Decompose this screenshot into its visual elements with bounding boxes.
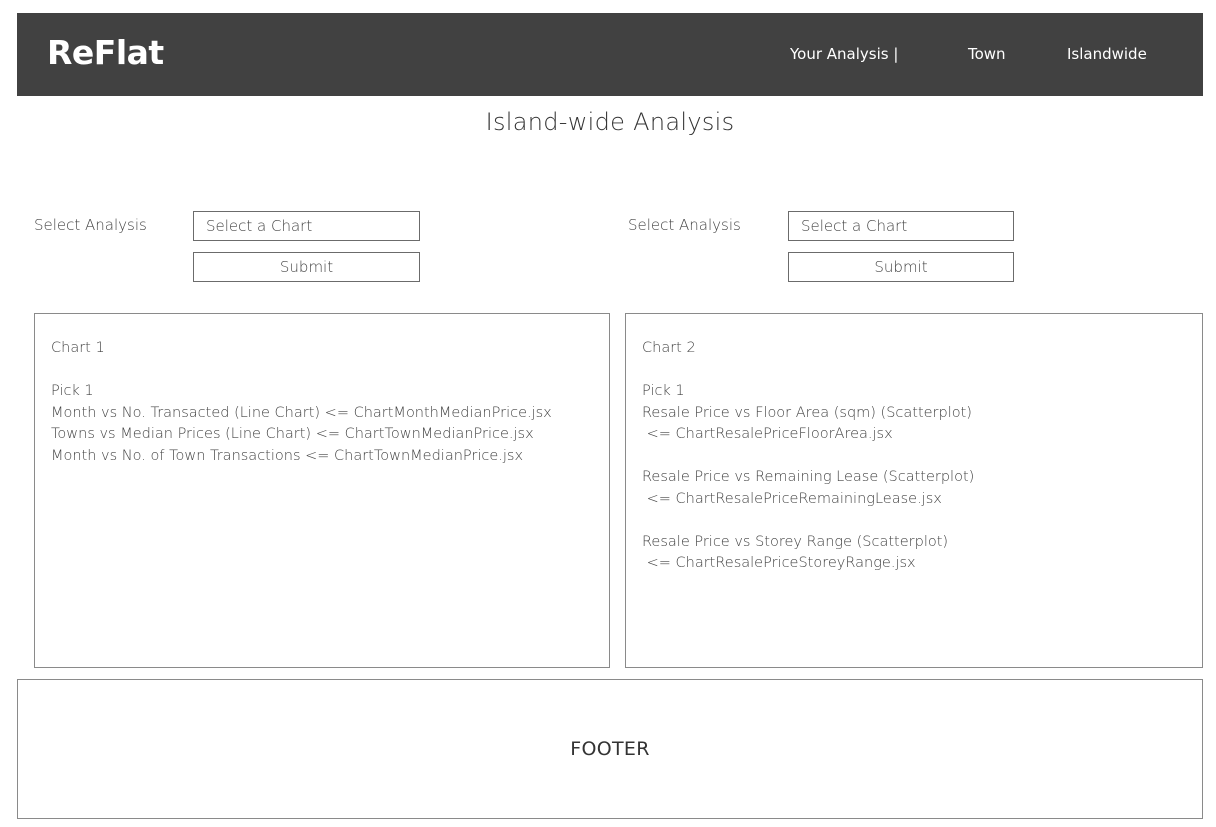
chart-2-option-name: Resale Price vs Remaining Lease (Scatter… bbox=[642, 469, 975, 485]
chart-select-left[interactable]: Select a Chart bbox=[193, 211, 420, 241]
select-analysis-label-right: Select Analysis bbox=[628, 216, 741, 234]
navbar: ReFlat Your Analysis | Town Islandwide bbox=[17, 13, 1203, 96]
chart-1-option: Month vs No. Transacted (Line Chart) <= … bbox=[51, 404, 552, 421]
select-analysis-label-left: Select Analysis bbox=[34, 216, 147, 234]
chart-2-option-name: Resale Price vs Floor Area (sqm) (Scatte… bbox=[642, 404, 972, 421]
chart-2-title: Chart 2 bbox=[642, 340, 696, 356]
footer-text: FOOTER bbox=[570, 738, 650, 760]
chart-1-option: Month vs No. of Town Transactions <= Cha… bbox=[51, 447, 524, 464]
chart-1-panel: Chart 1 Pick 1 Month vs No. Transacted (… bbox=[34, 313, 610, 668]
chart-1-title: Chart 1 bbox=[51, 340, 105, 356]
logo[interactable]: ReFlat bbox=[47, 33, 164, 72]
footer: FOOTER bbox=[17, 679, 1203, 819]
nav-islandwide[interactable]: Islandwide bbox=[1067, 45, 1147, 63]
nav-your-analysis[interactable]: Your Analysis | bbox=[790, 45, 898, 63]
chart-2-option-file: <= ChartResalePriceFloorArea.jsx bbox=[642, 426, 893, 442]
page-title: Island-wide Analysis bbox=[485, 108, 735, 136]
chart-2-panel: Chart 2 Pick 1 Resale Price vs Floor Are… bbox=[625, 313, 1203, 668]
chart-2-option-file: <= ChartResalePriceRemainingLease.jsx bbox=[642, 490, 942, 507]
chart-1-option: Towns vs Median Prices (Line Chart) <= C… bbox=[51, 426, 534, 442]
submit-button-left[interactable]: Submit bbox=[193, 252, 420, 282]
chart-select-right[interactable]: Select a Chart bbox=[788, 211, 1014, 241]
nav-town[interactable]: Town bbox=[968, 45, 1006, 63]
chart-2-pick: Pick 1 bbox=[642, 383, 685, 399]
chart-1-pick: Pick 1 bbox=[51, 383, 94, 399]
chart-2-option-file: <= ChartResalePriceStoreyRange.jsx bbox=[642, 555, 916, 571]
chart-2-option-name: Resale Price vs Storey Range (Scatterplo… bbox=[642, 533, 949, 550]
submit-button-right[interactable]: Submit bbox=[788, 252, 1014, 282]
